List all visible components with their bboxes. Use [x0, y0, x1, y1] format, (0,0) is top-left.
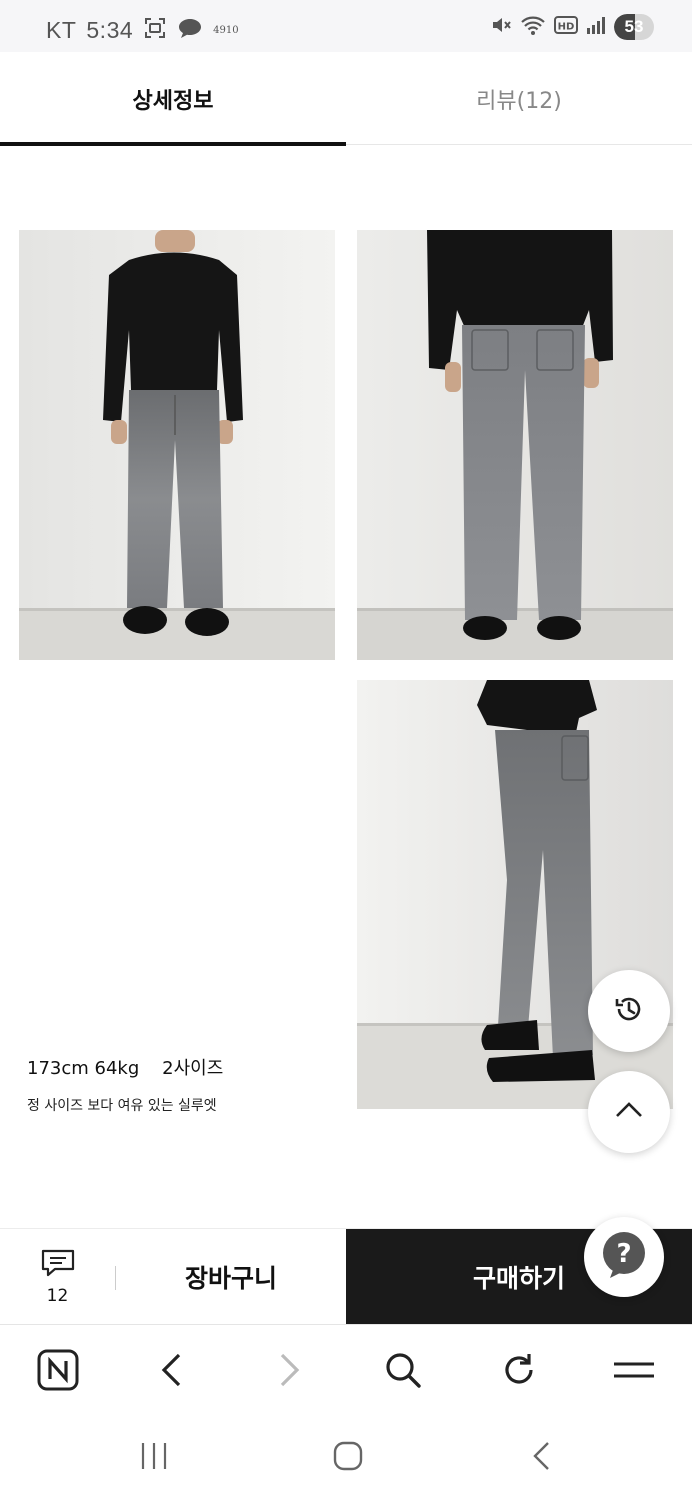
scroll-to-top-button[interactable] [588, 1071, 670, 1153]
mute-icon [490, 14, 512, 40]
fit-note: 정 사이즈 보다 여유 있는 실루엣 [27, 1098, 217, 1114]
tab-details[interactable]: 상세정보 [0, 52, 346, 146]
back-arrow-icon[interactable] [147, 1345, 197, 1395]
forward-arrow-icon[interactable] [264, 1345, 314, 1395]
carrier-label: KT [46, 16, 77, 43]
product-photo-back[interactable] [357, 230, 673, 660]
model-specs: 173cm 64kg 2사이즈 [27, 1058, 224, 1079]
product-photo-front[interactable] [19, 230, 335, 660]
history-icon [611, 991, 647, 1031]
review-count: 12 [46, 1286, 69, 1306]
menu-icon[interactable] [609, 1345, 659, 1395]
chevron-up-icon [614, 1100, 644, 1124]
comment-icon [40, 1248, 76, 1282]
review-count-button[interactable]: 12 [0, 1229, 115, 1325]
recent-history-button[interactable] [588, 970, 670, 1052]
naver-home-icon[interactable] [33, 1345, 83, 1395]
battery-level: 53 [624, 17, 644, 36]
battery-indicator: 53 [614, 14, 654, 40]
browser-toolbar [0, 1324, 692, 1414]
recent-apps-icon[interactable] [134, 1436, 174, 1476]
svg-text:HD: HD [558, 22, 575, 33]
question-bubble-icon: ? [599, 1230, 649, 1284]
help-button[interactable]: ? [584, 1217, 664, 1297]
svg-text:?: ? [616, 1239, 631, 1269]
system-back-icon[interactable] [522, 1436, 562, 1476]
search-icon[interactable] [378, 1345, 428, 1395]
signal-icon [586, 15, 606, 39]
refresh-icon[interactable] [494, 1345, 544, 1395]
notification-text: 4910 [213, 24, 239, 36]
screenshot-icon [143, 16, 167, 44]
detail-tabs: 상세정보 리뷰(12) [0, 52, 692, 146]
status-bar: KT 5:34 4910 HD 53 [0, 0, 692, 52]
system-nav-bar [0, 1414, 692, 1500]
tab-reviews[interactable]: 리뷰(12) [346, 52, 692, 145]
clock: 5:34 [86, 16, 134, 43]
chat-bubble-icon [177, 16, 203, 44]
add-to-cart-button[interactable]: 장바구니 [116, 1229, 346, 1325]
hd-icon: HD [554, 15, 578, 39]
home-icon[interactable] [328, 1436, 368, 1476]
wifi-icon [520, 14, 546, 40]
